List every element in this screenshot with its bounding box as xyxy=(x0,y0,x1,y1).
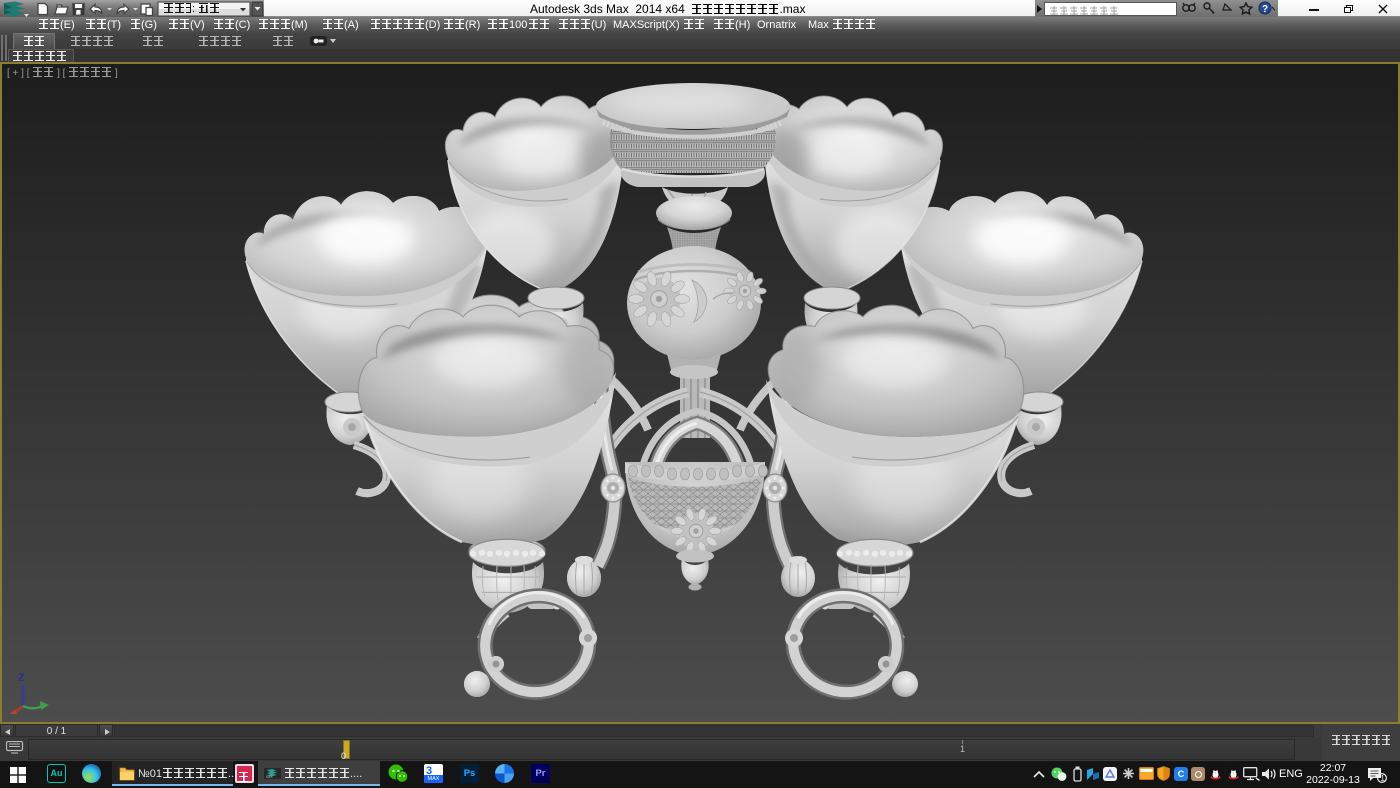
svg-text:Z: Z xyxy=(18,672,25,684)
svg-text:?: ? xyxy=(1262,4,1268,15)
svg-text:MAX: MAX xyxy=(266,775,274,779)
svg-text:1: 1 xyxy=(1380,774,1385,783)
